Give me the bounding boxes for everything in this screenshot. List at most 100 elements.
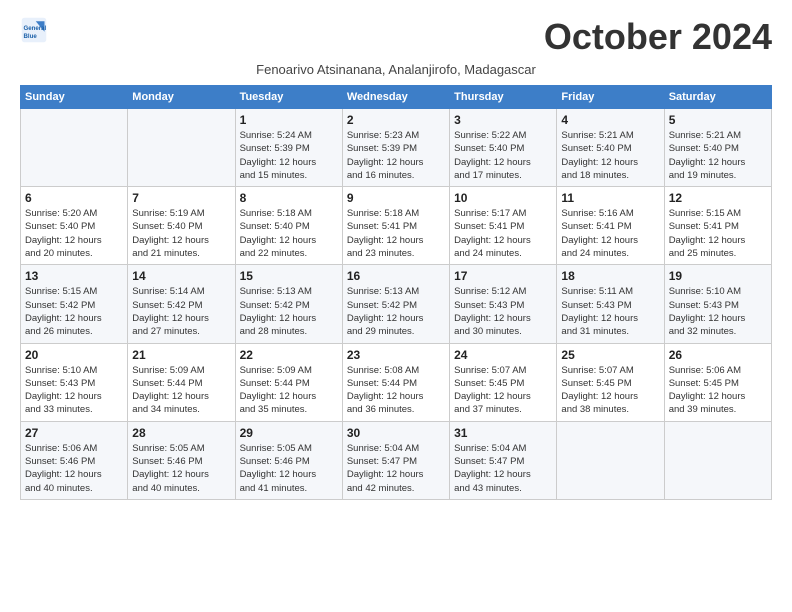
day-number: 17 xyxy=(454,269,552,283)
logo-icon: General Blue xyxy=(20,16,48,44)
day-number: 30 xyxy=(347,426,445,440)
day-number: 14 xyxy=(132,269,230,283)
calendar-cell: 7Sunrise: 5:19 AM Sunset: 5:40 PM Daylig… xyxy=(128,187,235,265)
day-number: 23 xyxy=(347,348,445,362)
calendar-cell xyxy=(664,421,771,499)
calendar-cell: 22 Sunrise: 5:09 AM Sunset: 5:44 PM Dayli… xyxy=(235,343,342,421)
calendar-cell: 24 Sunrise: 5:07 AM Sunset: 5:45 PM Dayli… xyxy=(450,343,557,421)
day-number: 25 xyxy=(561,348,659,362)
calendar-cell: 15Sunrise: 5:13 AM Sunset: 5:42 PM Dayli… xyxy=(235,265,342,343)
calendar-cell: 20 Sunrise: 5:10 AM Sunset: 5:43 PM Dayli… xyxy=(21,343,128,421)
day-info: Sunrise: 5:22 AM Sunset: 5:40 PM Dayligh… xyxy=(454,129,552,182)
calendar-cell xyxy=(128,109,235,187)
day-info: Sunrise: 5:07 AM Sunset: 5:45 PM Dayligh… xyxy=(561,364,659,417)
day-number: 1 xyxy=(240,113,338,127)
day-header-sunday: Sunday xyxy=(21,86,128,109)
calendar-cell: 18Sunrise: 5:11 AM Sunset: 5:43 PM Dayli… xyxy=(557,265,664,343)
day-number: 27 xyxy=(25,426,123,440)
calendar-cell xyxy=(557,421,664,499)
day-info: Sunrise: 5:04 AM Sunset: 5:47 PM Dayligh… xyxy=(454,442,552,495)
calendar-week-5: 27 Sunrise: 5:06 AM Sunset: 5:46 PM Dayli… xyxy=(21,421,772,499)
day-info: Sunrise: 5:09 AM Sunset: 5:44 PM Dayligh… xyxy=(132,364,230,417)
calendar-cell: 30 Sunrise: 5:04 AM Sunset: 5:47 PM Dayli… xyxy=(342,421,449,499)
calendar-cell: 3 Sunrise: 5:22 AM Sunset: 5:40 PM Daylig… xyxy=(450,109,557,187)
day-number: 4 xyxy=(561,113,659,127)
day-info: Sunrise: 5:07 AM Sunset: 5:45 PM Dayligh… xyxy=(454,364,552,417)
calendar-cell: 1Sunrise: 5:24 AM Sunset: 5:39 PM Daylig… xyxy=(235,109,342,187)
day-number: 7 xyxy=(132,191,230,205)
calendar-cell: 6 Sunrise: 5:20 AM Sunset: 5:40 PM Daylig… xyxy=(21,187,128,265)
day-number: 24 xyxy=(454,348,552,362)
calendar-week-1: 1Sunrise: 5:24 AM Sunset: 5:39 PM Daylig… xyxy=(21,109,772,187)
day-info: Sunrise: 5:04 AM Sunset: 5:47 PM Dayligh… xyxy=(347,442,445,495)
day-info: Sunrise: 5:09 AM Sunset: 5:44 PM Dayligh… xyxy=(240,364,338,417)
svg-text:Blue: Blue xyxy=(24,33,38,40)
calendar-table: SundayMondayTuesdayWednesdayThursdayFrid… xyxy=(20,85,772,500)
day-number: 3 xyxy=(454,113,552,127)
day-number: 21 xyxy=(132,348,230,362)
day-header-monday: Monday xyxy=(128,86,235,109)
calendar-cell: 31 Sunrise: 5:04 AM Sunset: 5:47 PM Dayli… xyxy=(450,421,557,499)
day-info: Sunrise: 5:05 AM Sunset: 5:46 PM Dayligh… xyxy=(132,442,230,495)
calendar-cell: 27 Sunrise: 5:06 AM Sunset: 5:46 PM Dayli… xyxy=(21,421,128,499)
day-info: Sunrise: 5:11 AM Sunset: 5:43 PM Dayligh… xyxy=(561,285,659,338)
day-number: 9 xyxy=(347,191,445,205)
day-info: Sunrise: 5:05 AM Sunset: 5:46 PM Dayligh… xyxy=(240,442,338,495)
calendar-cell: 16 Sunrise: 5:13 AM Sunset: 5:42 PM Dayli… xyxy=(342,265,449,343)
day-info: Sunrise: 5:18 AM Sunset: 5:41 PM Dayligh… xyxy=(347,207,445,260)
day-info: Sunrise: 5:23 AM Sunset: 5:39 PM Dayligh… xyxy=(347,129,445,182)
calendar-cell: 19Sunrise: 5:10 AM Sunset: 5:43 PM Dayli… xyxy=(664,265,771,343)
calendar-cell: 25 Sunrise: 5:07 AM Sunset: 5:45 PM Dayli… xyxy=(557,343,664,421)
day-number: 2 xyxy=(347,113,445,127)
month-title: October 2024 xyxy=(544,16,772,58)
calendar-cell: 10 Sunrise: 5:17 AM Sunset: 5:41 PM Dayli… xyxy=(450,187,557,265)
day-number: 26 xyxy=(669,348,767,362)
day-info: Sunrise: 5:18 AM Sunset: 5:40 PM Dayligh… xyxy=(240,207,338,260)
day-number: 11 xyxy=(561,191,659,205)
day-info: Sunrise: 5:16 AM Sunset: 5:41 PM Dayligh… xyxy=(561,207,659,260)
day-number: 15 xyxy=(240,269,338,283)
calendar-cell: 8 Sunrise: 5:18 AM Sunset: 5:40 PM Daylig… xyxy=(235,187,342,265)
calendar-cell: 2 Sunrise: 5:23 AM Sunset: 5:39 PM Daylig… xyxy=(342,109,449,187)
calendar-cell: 4Sunrise: 5:21 AM Sunset: 5:40 PM Daylig… xyxy=(557,109,664,187)
day-info: Sunrise: 5:15 AM Sunset: 5:42 PM Dayligh… xyxy=(25,285,123,338)
day-number: 8 xyxy=(240,191,338,205)
day-number: 31 xyxy=(454,426,552,440)
day-header-thursday: Thursday xyxy=(450,86,557,109)
day-number: 28 xyxy=(132,426,230,440)
day-number: 16 xyxy=(347,269,445,283)
day-info: Sunrise: 5:06 AM Sunset: 5:45 PM Dayligh… xyxy=(669,364,767,417)
day-info: Sunrise: 5:14 AM Sunset: 5:42 PM Dayligh… xyxy=(132,285,230,338)
day-number: 20 xyxy=(25,348,123,362)
day-number: 29 xyxy=(240,426,338,440)
day-number: 12 xyxy=(669,191,767,205)
calendar-week-2: 6 Sunrise: 5:20 AM Sunset: 5:40 PM Daylig… xyxy=(21,187,772,265)
day-info: Sunrise: 5:10 AM Sunset: 5:43 PM Dayligh… xyxy=(25,364,123,417)
calendar-cell: 17Sunrise: 5:12 AM Sunset: 5:43 PM Dayli… xyxy=(450,265,557,343)
logo: General Blue xyxy=(20,16,48,44)
calendar-cell: 13Sunrise: 5:15 AM Sunset: 5:42 PM Dayli… xyxy=(21,265,128,343)
calendar-cell: 23 Sunrise: 5:08 AM Sunset: 5:44 PM Dayli… xyxy=(342,343,449,421)
day-info: Sunrise: 5:20 AM Sunset: 5:40 PM Dayligh… xyxy=(25,207,123,260)
calendar-week-3: 13Sunrise: 5:15 AM Sunset: 5:42 PM Dayli… xyxy=(21,265,772,343)
day-info: Sunrise: 5:13 AM Sunset: 5:42 PM Dayligh… xyxy=(347,285,445,338)
calendar-cell: 28 Sunrise: 5:05 AM Sunset: 5:46 PM Dayli… xyxy=(128,421,235,499)
subtitle: Fenoarivo Atsinanana, Analanjirofo, Mada… xyxy=(20,62,772,77)
day-number: 19 xyxy=(669,269,767,283)
day-number: 22 xyxy=(240,348,338,362)
page-header: General Blue October 2024 xyxy=(20,16,772,58)
calendar-cell: 26 Sunrise: 5:06 AM Sunset: 5:45 PM Dayli… xyxy=(664,343,771,421)
day-number: 5 xyxy=(669,113,767,127)
day-header-saturday: Saturday xyxy=(664,86,771,109)
day-info: Sunrise: 5:15 AM Sunset: 5:41 PM Dayligh… xyxy=(669,207,767,260)
day-number: 10 xyxy=(454,191,552,205)
calendar-cell: 9 Sunrise: 5:18 AM Sunset: 5:41 PM Daylig… xyxy=(342,187,449,265)
day-info: Sunrise: 5:08 AM Sunset: 5:44 PM Dayligh… xyxy=(347,364,445,417)
calendar-week-4: 20 Sunrise: 5:10 AM Sunset: 5:43 PM Dayli… xyxy=(21,343,772,421)
day-number: 6 xyxy=(25,191,123,205)
calendar-cell: 11 Sunrise: 5:16 AM Sunset: 5:41 PM Dayli… xyxy=(557,187,664,265)
day-header-friday: Friday xyxy=(557,86,664,109)
day-info: Sunrise: 5:06 AM Sunset: 5:46 PM Dayligh… xyxy=(25,442,123,495)
day-info: Sunrise: 5:17 AM Sunset: 5:41 PM Dayligh… xyxy=(454,207,552,260)
calendar-cell xyxy=(21,109,128,187)
